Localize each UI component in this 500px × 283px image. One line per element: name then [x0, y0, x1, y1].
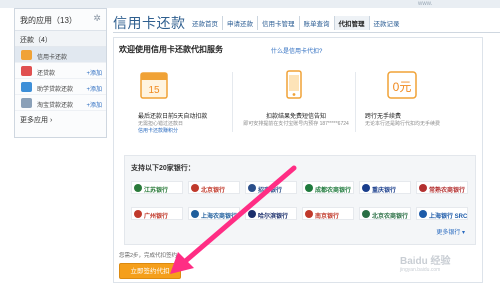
bank-name: 广州银行: [144, 214, 169, 220]
gear-icon[interactable]: ✲: [92, 13, 102, 23]
add-link[interactable]: +添加: [86, 84, 102, 93]
sidebar-item-label: 还贷款: [37, 71, 56, 77]
tab-bar: 还款首页 申请还款 信用卡管理 账单查询 代扣管理 还款记录: [188, 16, 493, 30]
signing-note-text: 您需2步，完成代扣签约: [119, 253, 178, 259]
more-banks-link[interactable]: 更多银行 ▾: [436, 227, 465, 236]
bank-name: 哈尔滨银行: [258, 214, 289, 220]
welcome-heading: 欢迎使用信用卡还款代扣服务: [119, 45, 223, 54]
sidebar-item-label: 助学贷款还款: [37, 87, 74, 93]
sidebar-item-taobao-loan[interactable]: 淘宝贷款还款 +添加: [15, 95, 106, 111]
bank-logo: 招商银行: [245, 181, 297, 194]
bank-icon: [134, 184, 142, 192]
sign-debit-button[interactable]: 立即签约代扣: [119, 263, 181, 279]
divider: [232, 72, 233, 132]
bank-name: 南京银行: [315, 214, 340, 220]
bank-logo: 江苏银行: [131, 181, 183, 194]
bank-name: 常熟农商银行: [429, 188, 466, 194]
tab-bill-query[interactable]: 账单查询: [300, 16, 335, 30]
bank-logo: 重庆银行: [359, 181, 411, 194]
feature-no-fee: 0元 跨行无手续费 无论本行还是跨行代扣均无手续费: [355, 68, 473, 148]
tab-home[interactable]: 还款首页: [188, 16, 223, 30]
sidebar-section-repay: 还款（4）: [15, 31, 106, 47]
bank-name: 江苏银行: [144, 188, 169, 194]
signing-note: 您需2步，完成代扣签约: [119, 251, 177, 259]
feature-sms-notify: 扣款结果免费短信告知 即可安排提前在支付宝账号内预存 187*****6724: [237, 68, 355, 148]
bank-icon: [191, 184, 199, 192]
sidebar-item-label: 信用卡还款: [37, 55, 68, 61]
loan-icon: [21, 66, 32, 76]
bank-logo: 上海银行 SRCB: [416, 207, 468, 220]
taobao-loan-icon: [21, 98, 32, 108]
bank-name: 招商银行: [258, 188, 283, 194]
earn-points-link[interactable]: 信用卡还款赚积分: [138, 128, 178, 134]
zero-fee-label: 0元: [393, 80, 412, 94]
bank-logo: 南京银行: [302, 207, 354, 220]
bank-icon: [362, 184, 370, 192]
bank-icon: [134, 210, 142, 218]
bank-logo: 北京农商银行: [359, 207, 411, 220]
feature-title: 跨行无手续费: [365, 114, 402, 120]
credit-card-icon: [21, 50, 32, 60]
sidebar-item-credit-card[interactable]: 信用卡还款: [15, 47, 106, 63]
sidebar-header: 我的应用（13） ✲: [15, 9, 106, 31]
bank-logo: 常熟农商银行: [416, 181, 468, 194]
sidebar-item-student-loan[interactable]: 助学贷款还款 +添加: [15, 79, 106, 95]
sidebar-header-label: 我的应用（13）: [20, 16, 77, 25]
feature-desc: 无需担心错过还款日 信用卡还款赚积分: [138, 121, 238, 135]
bank-logo: 北京银行: [188, 181, 240, 194]
help-link[interactable]: 什么是信用卡代扣?: [271, 46, 322, 55]
bank-logo: 上海农商银行: [188, 207, 240, 220]
sidebar: 我的应用（13） ✲ 还款（4） 信用卡还款 还贷款 +添加 助学贷款还款 +添…: [14, 8, 107, 138]
add-link[interactable]: +添加: [86, 100, 102, 109]
bank-icon: [305, 184, 313, 192]
bank-icon: [419, 210, 427, 218]
calendar-day: 15: [148, 85, 160, 96]
feature-auto-debit: 15 最后还款日前5天自动扣款 无需担心错过还款日 信用卡还款赚积分: [118, 68, 236, 148]
baidu-watermark: Baidu 经验 jingyan.baidu.com: [400, 252, 451, 273]
calendar-icon: 15: [140, 72, 168, 99]
top-watermark: www.: [418, 1, 433, 7]
bank-name: 上海农商银行: [201, 214, 238, 220]
feature-title: 最后还款日前5天自动扣款: [138, 114, 208, 120]
bank-icon: [419, 184, 427, 192]
bank-icon: [191, 210, 199, 218]
more-apps-link[interactable]: 更多应用 ›: [15, 111, 106, 125]
tab-debit-manage[interactable]: 代扣管理: [334, 16, 370, 30]
page-title: 信用卡还款: [113, 15, 186, 31]
feature-desc: 即可安排提前在支付宝账号内预存 187*****6724: [243, 121, 349, 127]
feature-desc-text: 无需担心错过还款日: [138, 121, 184, 127]
bank-name: 北京农商银行: [372, 214, 409, 220]
supported-banks: 支持以下20家银行： 江苏银行 北京银行 招商银行 成都农商银行 重庆银行 常熟农商银行广…: [124, 155, 476, 245]
feature-desc: 无论本行还是跨行代扣均无手续费: [365, 121, 441, 127]
bank-icon: [248, 210, 256, 218]
zero-fee-icon: 0元: [387, 71, 417, 99]
bank-name: 北京银行: [201, 188, 226, 194]
bank-icon: [362, 210, 370, 218]
student-loan-icon: [21, 82, 32, 92]
bank-name: 成都农商银行: [315, 188, 352, 194]
bank-logo: 广州银行: [131, 207, 183, 220]
add-link[interactable]: +添加: [86, 68, 102, 77]
phone-icon: [286, 70, 302, 99]
bank-icon: [248, 184, 256, 192]
header-divider: [113, 32, 500, 33]
bank-logo: 成都农商银行: [302, 181, 354, 194]
feature-title: 扣款结果免费短信告知: [265, 114, 326, 120]
tab-card-manage[interactable]: 信用卡管理: [258, 16, 300, 30]
sidebar-item-label: 淘宝贷款还款: [37, 103, 74, 109]
sidebar-item-loan[interactable]: 还贷款 +添加: [15, 63, 106, 79]
banks-title: 支持以下20家银行：: [131, 165, 195, 172]
bank-name: 上海银行 SRCB: [429, 214, 468, 220]
tab-apply[interactable]: 申请还款: [223, 16, 258, 30]
tab-repay-records[interactable]: 还款记录: [370, 16, 404, 30]
watermark-sub: jingyan.baidu.com: [400, 267, 441, 273]
bank-name: 重庆银行: [372, 188, 397, 194]
watermark-title: Baidu 经验: [400, 256, 451, 267]
bank-logo: 哈尔滨银行: [245, 207, 297, 220]
bank-icon: [305, 210, 313, 218]
